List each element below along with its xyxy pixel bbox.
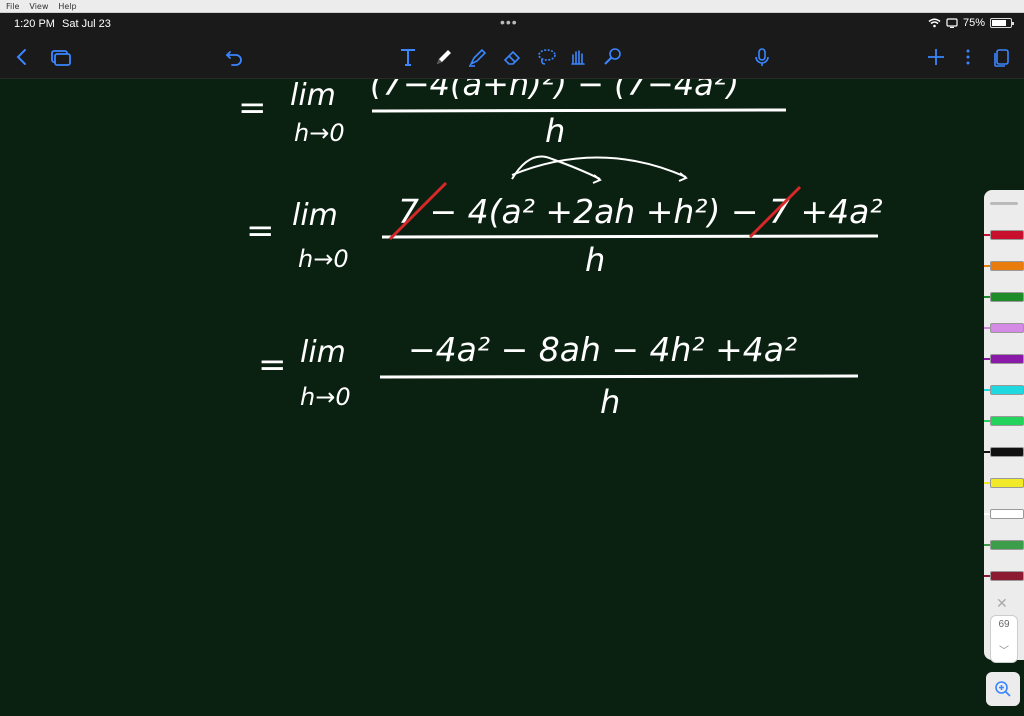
wifi-icon: [928, 18, 941, 28]
add-icon[interactable]: [922, 43, 950, 71]
status-date: Sat Jul 23: [62, 18, 111, 30]
status-time: 1:20 PM: [14, 18, 55, 30]
pen-color-swatch[interactable]: [984, 473, 1024, 493]
screen-mirror-icon: [946, 18, 958, 28]
numerator-1: (7−4(a+h)²) − (7−4a²): [370, 79, 739, 103]
pages-icon[interactable]: [46, 43, 74, 71]
pen-color-swatch[interactable]: [984, 411, 1024, 431]
laser-pointer-icon[interactable]: [598, 43, 626, 71]
pen-color-swatch[interactable]: [984, 349, 1024, 369]
multitasking-dots-icon[interactable]: •••: [500, 14, 518, 30]
denominator-2: h: [585, 241, 605, 279]
lim-sub-1: h→0: [294, 119, 345, 147]
more-icon[interactable]: [954, 43, 982, 71]
lim-sub-3: h→0: [300, 383, 351, 411]
handwritten-ink: = lim h→0 (7−4(a+h)²) − (7−4a²) h = lim …: [238, 79, 883, 421]
notes-toolbar: [0, 35, 1024, 79]
pen-tool-icon[interactable]: [430, 43, 458, 71]
pen-color-swatch[interactable]: [984, 318, 1024, 338]
pen-color-swatch[interactable]: [984, 256, 1024, 276]
pen-color-swatch[interactable]: [984, 225, 1024, 245]
battery-icon: [990, 18, 1014, 28]
equals-2: =: [246, 211, 275, 251]
denominator-1: h: [545, 112, 565, 150]
undo-icon[interactable]: [220, 43, 248, 71]
menu-help[interactable]: Help: [58, 2, 76, 11]
app-menubar: File View Help: [0, 0, 1024, 13]
menu-file[interactable]: File: [6, 2, 19, 11]
lim-sub-2: h→0: [298, 245, 349, 273]
zoom-icon[interactable]: [986, 672, 1020, 706]
status-bar: 1:20 PM Sat Jul 23 ••• 75%: [0, 13, 1024, 35]
numerator-2: 7 − 4(a² +2ah +h²) − 7 +4a²: [398, 192, 883, 231]
equals-1: =: [238, 88, 267, 128]
pen-color-swatch[interactable]: [984, 380, 1024, 400]
numerator-3: −4a² − 8ah − 4h² +4a²: [408, 330, 797, 369]
shape-tool-icon[interactable]: [564, 43, 592, 71]
lim-1: lim: [290, 79, 336, 113]
pen-color-swatch[interactable]: [984, 566, 1024, 586]
back-icon[interactable]: [8, 43, 36, 71]
pen-color-swatch[interactable]: [984, 442, 1024, 462]
fraction-bar-3: [379, 374, 859, 379]
palette-handle[interactable]: [990, 202, 1018, 205]
close-palette-icon[interactable]: ✕: [996, 595, 1008, 612]
highlighter-tool-icon[interactable]: [464, 43, 492, 71]
distribute-arrow-2: [511, 156, 687, 178]
page-indicator[interactable]: 69 ﹀: [990, 615, 1018, 663]
distribute-arrow-1: [511, 155, 601, 180]
eraser-tool-icon[interactable]: [498, 43, 526, 71]
lasso-tool-icon[interactable]: [532, 43, 560, 71]
lim-2: lim: [292, 198, 338, 233]
equals-3: =: [258, 345, 287, 385]
menu-view[interactable]: View: [29, 2, 48, 11]
fraction-bar-2: [381, 234, 879, 239]
pen-color-swatch[interactable]: [984, 504, 1024, 524]
microphone-icon[interactable]: [748, 43, 776, 71]
note-canvas[interactable]: = lim h→0 (7−4(a+h)²) − (7−4a²) h = lim …: [0, 79, 1024, 716]
denominator-3: h: [600, 383, 620, 421]
chevron-down-icon[interactable]: ﹀: [991, 642, 1017, 657]
page-number: 69: [998, 619, 1010, 630]
pen-color-swatch[interactable]: [984, 535, 1024, 555]
pen-color-swatch[interactable]: [984, 287, 1024, 307]
status-indicators: 75%: [928, 17, 1014, 29]
fraction-bar-1: [371, 108, 787, 113]
lim-3: lim: [300, 335, 346, 370]
pen-color-palette: ✕: [984, 190, 1024, 660]
document-icon[interactable]: [988, 43, 1016, 71]
text-tool-icon[interactable]: [394, 43, 422, 71]
battery-percent: 75%: [962, 17, 985, 29]
